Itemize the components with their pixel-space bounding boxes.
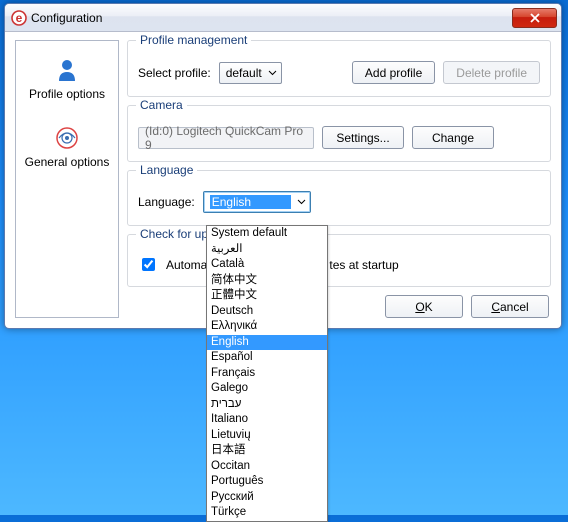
language-option[interactable]: العربية bbox=[207, 242, 327, 258]
camera-device-field: (Id:0) Logitech QuickCam Pro 9 bbox=[138, 127, 314, 149]
language-option[interactable]: 正體中文 bbox=[207, 288, 327, 304]
profile-selected: default bbox=[226, 66, 262, 80]
language-option[interactable]: Español bbox=[207, 350, 327, 366]
language-option[interactable]: Türkçe bbox=[207, 505, 327, 521]
language-option[interactable]: Lietuvių bbox=[207, 428, 327, 444]
camera-change-button[interactable]: Change bbox=[412, 126, 494, 149]
group-title: Language bbox=[136, 163, 197, 177]
group-title: Camera bbox=[136, 98, 187, 112]
language-selected: English bbox=[210, 195, 291, 209]
close-button[interactable] bbox=[512, 8, 557, 28]
person-icon bbox=[20, 57, 114, 83]
group-title: Check for up bbox=[136, 227, 212, 241]
window-title: Configuration bbox=[31, 11, 512, 25]
language-option[interactable]: Occitan bbox=[207, 459, 327, 475]
language-option[interactable]: Français bbox=[207, 366, 327, 382]
camera-settings-button[interactable]: Settings... bbox=[322, 126, 404, 149]
app-icon: e bbox=[11, 10, 27, 26]
language-option[interactable]: 日本語 bbox=[207, 443, 327, 459]
profile-dropdown[interactable]: default bbox=[219, 62, 282, 84]
language-dropdown-list[interactable]: System defaultالعربيةCatalà简体中文正體中文Deuts… bbox=[206, 225, 328, 522]
language-option[interactable]: Italiano bbox=[207, 412, 327, 428]
camera-group: Camera (Id:0) Logitech QuickCam Pro 9 Se… bbox=[127, 105, 551, 162]
cancel-button[interactable]: Cancel bbox=[471, 295, 549, 318]
language-option[interactable]: Deutsch bbox=[207, 304, 327, 320]
language-option[interactable]: English bbox=[207, 335, 327, 351]
language-dropdown[interactable]: English bbox=[203, 191, 311, 213]
sidebar: Profile options General options bbox=[15, 40, 119, 318]
svg-text:e: e bbox=[16, 11, 23, 25]
language-group: Language Language: English bbox=[127, 170, 551, 226]
sidebar-item-profile-options[interactable]: Profile options bbox=[18, 47, 116, 115]
delete-profile-button: Delete profile bbox=[443, 61, 540, 84]
eviacam-icon bbox=[20, 125, 114, 151]
language-option[interactable]: 简体中文 bbox=[207, 273, 327, 289]
chevron-down-icon bbox=[268, 66, 277, 80]
ok-button[interactable]: OK bbox=[385, 295, 463, 318]
chevron-down-icon bbox=[297, 195, 306, 209]
language-option[interactable]: Català bbox=[207, 257, 327, 273]
sidebar-item-label: Profile options bbox=[20, 87, 114, 101]
group-title: Profile management bbox=[136, 33, 251, 47]
language-option[interactable]: Português bbox=[207, 474, 327, 490]
profile-group: Profile management Select profile: defau… bbox=[127, 40, 551, 97]
language-option[interactable]: עברית bbox=[207, 397, 327, 413]
updates-group: Check for up Automatites at startup bbox=[127, 234, 551, 287]
language-option[interactable]: System default bbox=[207, 226, 327, 242]
titlebar[interactable]: e Configuration bbox=[5, 4, 561, 32]
add-profile-button[interactable]: Add profile bbox=[352, 61, 435, 84]
sidebar-item-general-options[interactable]: General options bbox=[18, 115, 116, 183]
language-label: Language: bbox=[138, 195, 195, 209]
dialog-footer: OK Cancel bbox=[127, 295, 551, 318]
main-panel: Profile management Select profile: defau… bbox=[127, 40, 551, 318]
sidebar-item-label: General options bbox=[20, 155, 114, 169]
language-option[interactable]: Ελληνικά bbox=[207, 319, 327, 335]
language-option[interactable]: Galego bbox=[207, 381, 327, 397]
select-profile-label: Select profile: bbox=[138, 66, 211, 80]
language-option[interactable]: Русский bbox=[207, 490, 327, 506]
auto-update-checkbox[interactable] bbox=[142, 258, 155, 271]
